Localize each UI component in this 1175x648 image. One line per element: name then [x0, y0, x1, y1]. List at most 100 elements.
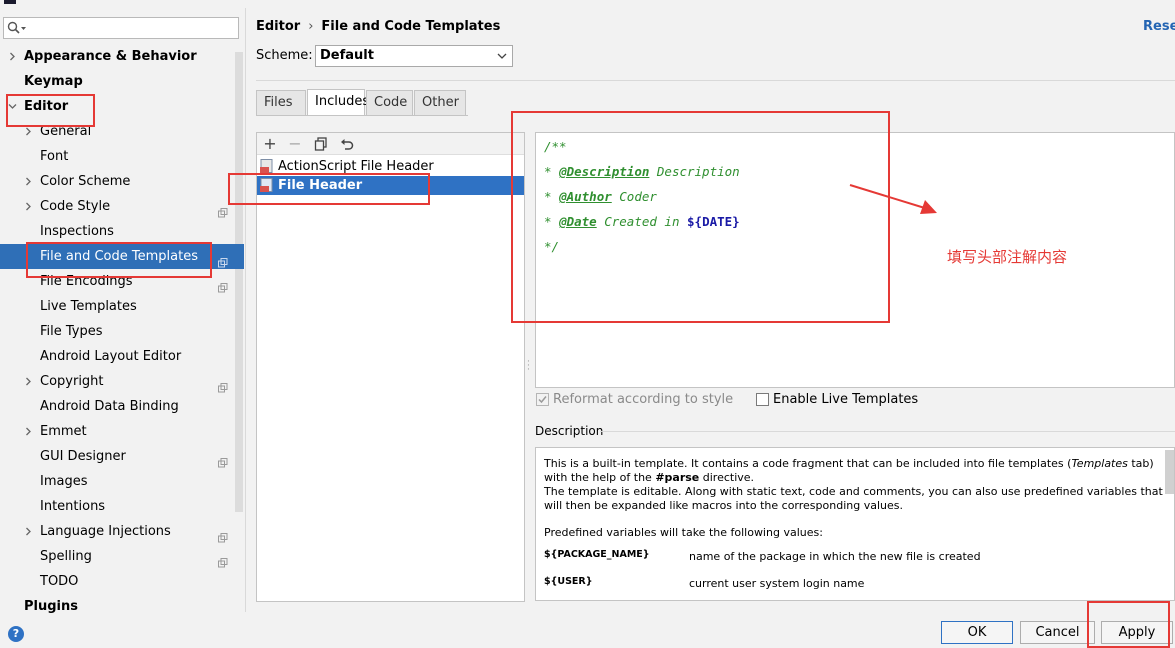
sidebar-item-label: Color Scheme — [40, 174, 131, 189]
breadcrumb-root: Editor — [256, 19, 301, 34]
chevron-right-icon[interactable] — [24, 527, 32, 536]
sidebar-item-label: Spelling — [40, 549, 92, 564]
sidebar-item-label: Code Style — [40, 199, 111, 214]
annotation-text: 填写头部注解内容 — [947, 248, 1068, 266]
sidebar-item[interactable]: Appearance & Behavior — [0, 44, 232, 69]
scheme-select[interactable]: Default — [315, 45, 513, 67]
settings-search-input[interactable] — [3, 17, 239, 39]
sidebar-item-label: Intentions — [40, 499, 106, 514]
add-button[interactable]: + — [261, 135, 279, 153]
sidebar-item-label: File Types — [40, 324, 103, 339]
sidebar-item-label: Live Templates — [40, 299, 137, 314]
variable-name: ${USER} — [544, 576, 593, 587]
undo-icon — [341, 139, 354, 150]
chevron-right-icon[interactable] — [24, 177, 32, 186]
project-scope-icon — [218, 252, 228, 268]
reformat-label: Reformat according to style — [553, 392, 734, 407]
chevron-right-icon[interactable] — [24, 202, 32, 211]
help-button[interactable]: ? — [8, 626, 24, 642]
reset-template-button[interactable] — [338, 135, 356, 153]
sidebar-item[interactable]: Language Injections — [0, 519, 232, 544]
description-title: Description — [535, 424, 604, 438]
reformat-checkbox[interactable] — [536, 393, 549, 406]
project-scope-icon — [218, 527, 228, 543]
copy-template-button[interactable] — [312, 135, 330, 153]
scheme-label: Scheme: — [256, 48, 313, 63]
variable-name: ${PACKAGE_NAME} — [544, 549, 650, 560]
checkmark-icon — [538, 396, 547, 404]
sidebar-item[interactable]: Android Data Binding — [0, 394, 232, 419]
sidebar-item[interactable]: Keymap — [0, 69, 232, 94]
sidebar-item[interactable]: Font — [0, 144, 232, 169]
page-title: File and Code Templates — [321, 19, 501, 34]
sidebar-item[interactable]: Color Scheme — [0, 169, 232, 194]
sidebar-item[interactable]: Emmet — [0, 419, 232, 444]
sidebar-scrollbar[interactable] — [235, 52, 243, 512]
splitter-handle[interactable]: · · · — [527, 358, 531, 375]
description-paragraph-3: Predefined variables will take the follo… — [544, 526, 823, 539]
search-icon — [7, 21, 26, 34]
template-name: ActionScript File Header — [278, 159, 434, 174]
ok-button[interactable]: OK — [941, 621, 1013, 644]
enable-live-templates-checkbox[interactable] — [756, 393, 769, 406]
project-scope-icon — [218, 552, 228, 568]
tab-baseline — [256, 115, 468, 116]
project-scope-icon — [218, 202, 228, 218]
sidebar-item[interactable]: File Types — [0, 319, 232, 344]
sidebar-item[interactable]: Plugins — [0, 594, 232, 619]
highlight-editor — [6, 94, 95, 127]
sidebar-item[interactable]: GUI Designer — [0, 444, 232, 469]
description-divider — [600, 431, 1175, 432]
sidebar-item[interactable]: TODO — [0, 569, 232, 594]
app-icon — [4, 0, 16, 4]
sidebar-item-label: Android Layout Editor — [40, 349, 182, 364]
chevron-right-icon[interactable] — [24, 377, 32, 386]
sidebar-item[interactable]: Copyright — [0, 369, 232, 394]
tab-other[interactable]: Other — [414, 90, 466, 115]
highlight-file-and-code-templates — [26, 242, 212, 278]
sidebar-item-label: Emmet — [40, 424, 87, 439]
project-scope-icon — [218, 377, 228, 393]
file-template-icon — [260, 159, 274, 174]
description-scrollbar[interactable] — [1165, 450, 1174, 494]
breadcrumb: Editor › File and Code Templates — [256, 19, 500, 34]
tab-files[interactable]: Files — [256, 90, 306, 115]
copy-icon — [314, 137, 327, 151]
sidebar-item[interactable]: Live Templates — [0, 294, 232, 319]
chevron-down-icon — [497, 53, 507, 59]
sidebar-item[interactable]: Code Style — [0, 194, 232, 219]
tab-includes[interactable]: Includes — [307, 89, 369, 116]
sidebar-item-label: Keymap — [24, 74, 83, 89]
sidebar-item[interactable]: Android Layout Editor — [0, 344, 232, 369]
sidebar-item[interactable]: Spelling — [0, 544, 232, 569]
project-scope-icon — [218, 277, 228, 293]
chevron-right-icon[interactable] — [8, 52, 16, 61]
sidebar-item-label: Font — [40, 149, 69, 164]
header-divider — [256, 80, 1175, 81]
sidebar-item-label: Copyright — [40, 374, 104, 389]
variable-description: current user system login name — [689, 577, 865, 590]
sidebar-item-label: Images — [40, 474, 88, 489]
chevron-right-icon[interactable] — [24, 427, 32, 436]
chevron-right-icon[interactable] — [24, 127, 32, 136]
sidebar-item-label: Plugins — [24, 599, 78, 614]
description-paragraph-2: The template is editable. Along with sta… — [544, 485, 1163, 512]
window-title-strip — [0, 0, 1175, 8]
sidebar-item-label: Language Injections — [40, 524, 171, 539]
remove-button[interactable]: − — [286, 135, 304, 153]
sidebar-item[interactable]: Images — [0, 469, 232, 494]
cancel-button[interactable]: Cancel — [1020, 621, 1095, 644]
sidebar-item-label: GUI Designer — [40, 449, 126, 464]
sidebar-item[interactable]: Inspections — [0, 219, 232, 244]
enable-live-templates-label: Enable Live Templates — [773, 392, 919, 407]
variable-description: name of the package in which the new fil… — [689, 550, 981, 563]
sidebar-item-label: TODO — [40, 574, 79, 589]
sidebar-item-label: Android Data Binding — [40, 399, 179, 414]
project-scope-icon — [218, 452, 228, 468]
breadcrumb-separator: › — [308, 19, 314, 34]
annotation-arrow-icon — [849, 184, 937, 214]
sidebar-item-label: Inspections — [40, 224, 114, 239]
tab-code[interactable]: Code — [366, 90, 413, 115]
reset-link[interactable]: Reset — [1143, 19, 1175, 34]
sidebar-item[interactable]: Intentions — [0, 494, 232, 519]
